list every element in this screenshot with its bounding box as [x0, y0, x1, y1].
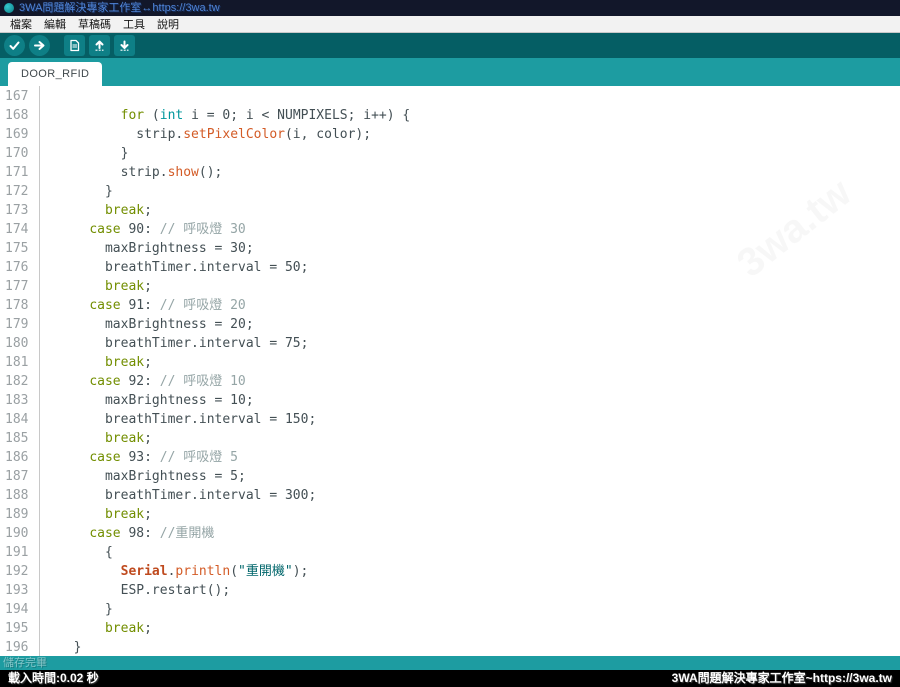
code-line: break;: [58, 201, 900, 220]
code-line: maxBrightness = 10;: [58, 391, 900, 410]
app-icon: [4, 3, 14, 13]
line-number: 184: [0, 410, 39, 429]
open-sketch-button[interactable]: [89, 35, 110, 56]
code-line: maxBrightness = 30;: [58, 239, 900, 258]
line-number: 186: [0, 448, 39, 467]
code-line: case 93: // 呼吸燈 5: [58, 448, 900, 467]
save-sketch-button[interactable]: [114, 35, 135, 56]
line-number: 187: [0, 467, 39, 486]
code-line: breathTimer.interval = 150;: [58, 410, 900, 429]
status-strip: 儲存完畢: [0, 656, 900, 670]
menu-item-file[interactable]: 檔案: [4, 16, 38, 32]
line-number: 195: [0, 619, 39, 638]
line-number: 192: [0, 562, 39, 581]
line-number: 172: [0, 182, 39, 201]
code-line: }: [58, 638, 900, 656]
document-icon: [68, 39, 81, 52]
new-sketch-button[interactable]: [64, 35, 85, 56]
header-teal-block: DOOR_RFID 3wa.tw 3wa.tw: [0, 33, 900, 86]
code-line: maxBrightness = 5;: [58, 467, 900, 486]
line-number: 167: [0, 87, 39, 106]
arduino-ide-window: 3WA問題解決專家工作室↔https://3wa.tw 檔案編輯草稿碼工具說明: [0, 0, 900, 687]
menu-item-edit[interactable]: 編輯: [38, 16, 72, 32]
line-number: 191: [0, 543, 39, 562]
line-number: 175: [0, 239, 39, 258]
console-bar: 載入時間:0.02 秒 3WA問題解決專家工作室~https://3wa.tw: [0, 670, 900, 687]
code-line: strip.setPixelColor(i, color);: [58, 125, 900, 144]
line-number: 196: [0, 638, 39, 656]
code-line: case 98: //重開機: [58, 524, 900, 543]
menu-bar: 檔案編輯草稿碼工具說明: [0, 16, 900, 33]
code-line: for (int i = 0; i < NUMPIXELS; i++) {: [58, 106, 900, 125]
arrow-down-icon: [118, 39, 131, 52]
code-editor[interactable]: 1671681691701711721731741751761771781791…: [0, 86, 900, 656]
line-number: 193: [0, 581, 39, 600]
line-number: 181: [0, 353, 39, 372]
upload-button[interactable]: [29, 35, 50, 56]
code-line: break;: [58, 619, 900, 638]
title-bar: 3WA問題解決專家工作室↔https://3wa.tw: [0, 0, 900, 16]
line-number: 174: [0, 220, 39, 239]
code-line: }: [58, 144, 900, 163]
line-number: 170: [0, 144, 39, 163]
code-line: break;: [58, 505, 900, 524]
line-number: 173: [0, 201, 39, 220]
code-line: ESP.restart();: [58, 581, 900, 600]
toolbar: [0, 33, 900, 58]
console-load-time: 載入時間:0.02 秒: [8, 670, 99, 687]
line-number: 176: [0, 258, 39, 277]
check-icon: [8, 39, 21, 52]
line-number: 178: [0, 296, 39, 315]
status-message: 儲存完畢: [3, 656, 47, 670]
tab-label: DOOR_RFID: [21, 68, 89, 80]
code-line: breathTimer.interval = 50;: [58, 258, 900, 277]
tab-door-rfid[interactable]: DOOR_RFID: [8, 62, 102, 86]
code-line: break;: [58, 353, 900, 372]
code-line: breathTimer.interval = 75;: [58, 334, 900, 353]
code-line: strip.show();: [58, 163, 900, 182]
line-number-gutter: 1671681691701711721731741751761771781791…: [0, 86, 40, 656]
code-line: maxBrightness = 20;: [58, 315, 900, 334]
line-number: 180: [0, 334, 39, 353]
code-line: Serial.println("重開機");: [58, 562, 900, 581]
code-line: }: [58, 600, 900, 619]
code-line: }: [58, 182, 900, 201]
menu-item-tools[interactable]: 工具: [117, 16, 151, 32]
code-line: breathTimer.interval = 300;: [58, 486, 900, 505]
code-line: break;: [58, 429, 900, 448]
arrow-up-icon: [93, 39, 106, 52]
line-number: 179: [0, 315, 39, 334]
console-watermark-url: 3WA問題解決專家工作室~https://3wa.tw: [672, 670, 892, 687]
code-line: case 92: // 呼吸燈 10: [58, 372, 900, 391]
code-line: case 91: // 呼吸燈 20: [58, 296, 900, 315]
line-number: 177: [0, 277, 39, 296]
menu-item-sketch[interactable]: 草稿碼: [72, 16, 117, 32]
verify-button[interactable]: [4, 35, 25, 56]
line-number: 188: [0, 486, 39, 505]
arrow-right-icon: [33, 39, 46, 52]
code-line: {: [58, 543, 900, 562]
line-number: 182: [0, 372, 39, 391]
line-number: 183: [0, 391, 39, 410]
line-number: 171: [0, 163, 39, 182]
line-number: 168: [0, 106, 39, 125]
code-area: 3wa.tw for (int i = 0; i < NUMPIXELS; i+…: [40, 86, 900, 656]
tab-strip: DOOR_RFID: [0, 58, 900, 86]
line-number: 169: [0, 125, 39, 144]
line-number: 190: [0, 524, 39, 543]
line-number: 185: [0, 429, 39, 448]
code-line: case 90: // 呼吸燈 30: [58, 220, 900, 239]
menu-item-help[interactable]: 說明: [151, 16, 185, 32]
window-title: 3WA問題解決專家工作室↔https://3wa.tw: [19, 0, 220, 16]
line-number: 189: [0, 505, 39, 524]
line-number: 194: [0, 600, 39, 619]
code-line: [58, 87, 900, 106]
code-line: break;: [58, 277, 900, 296]
